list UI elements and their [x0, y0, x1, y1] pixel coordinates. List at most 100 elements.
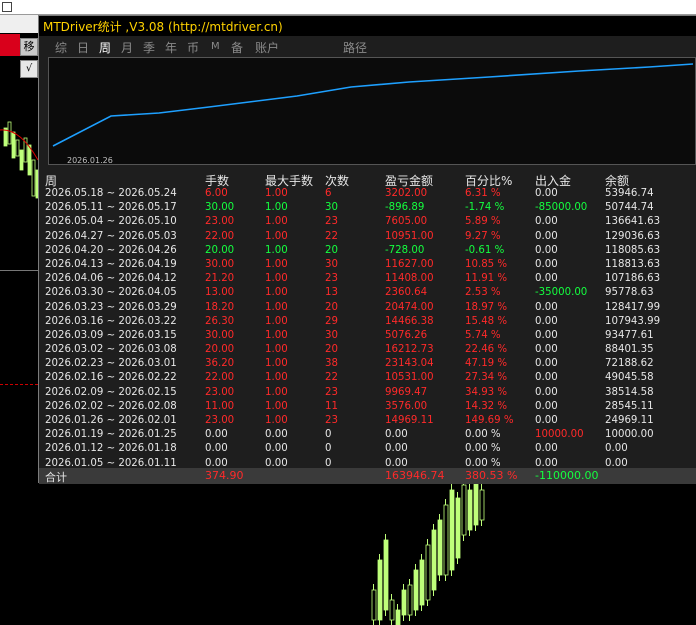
cell-max-lots: 0.00: [265, 457, 288, 469]
cell-flow: 0.00: [535, 344, 558, 356]
table-row[interactable]: 2026.02.09 ~ 2026.02.15 23.00 1.00 23 9969.4…: [43, 387, 696, 401]
table-header: 周 手数 最大手数 次数 盈亏金额 百分比% 出入金 余额 日: [43, 172, 696, 188]
cell-lots: 30.00: [205, 202, 235, 214]
tab-path[interactable]: 路径: [343, 39, 367, 56]
cell-flow: 0.00: [535, 230, 558, 242]
cell-max-lots: 1.00: [265, 287, 288, 299]
cell-lots: 22.00: [205, 230, 235, 242]
cell-percent: -0.61 %: [465, 244, 505, 256]
candle: [419, 559, 425, 606]
cell-lots: 21.20: [205, 273, 235, 285]
tab-currency[interactable]: 币: [187, 39, 199, 56]
cell-flow: 0.00: [535, 372, 558, 384]
candle: [7, 121, 12, 145]
header-balance[interactable]: 余额: [605, 172, 629, 189]
cell-balance: 10000.00: [605, 429, 654, 441]
cell-percent: 149.69 %: [465, 415, 514, 426]
candle: [11, 131, 16, 159]
cell-max-lots: 1.00: [265, 258, 288, 270]
table-row[interactable]: 2026.05.11 ~ 2026.05.17 30.00 1.00 30 -896.8…: [43, 202, 696, 216]
candle: [467, 489, 473, 531]
candle: [449, 489, 455, 571]
cell-pnl: 14969.11: [385, 415, 434, 426]
cell-week: 2026.01.26 ~ 2026.02.01: [45, 415, 177, 426]
cell-percent: 6.31 %: [465, 188, 501, 199]
cell-count: 13: [325, 287, 338, 299]
tab-year[interactable]: 年: [165, 39, 177, 56]
cell-flow: 0.00: [535, 415, 558, 426]
cell-percent: 2.53 %: [465, 287, 501, 299]
header-count[interactable]: 次数: [325, 172, 349, 189]
cell-max-lots: 1.00: [265, 244, 288, 256]
cell-lots: 23.00: [205, 216, 235, 228]
header-percent[interactable]: 百分比%: [465, 172, 512, 189]
cell-max-lots: 1.00: [265, 202, 288, 214]
cell-flow: 0.00: [535, 329, 558, 341]
cell-balance: 136641.63: [605, 216, 661, 228]
cell-week: 2026.02.16 ~ 2026.02.22: [45, 372, 177, 384]
cell-count: 38: [325, 358, 338, 370]
candle: [413, 569, 419, 611]
candle: [431, 529, 437, 591]
tab-quarter[interactable]: 季: [143, 39, 155, 56]
table-row[interactable]: 2026.01.19 ~ 2026.01.25 0.00 0.00 0 0.00 0.00…: [43, 429, 696, 443]
tab-overview[interactable]: 综: [55, 39, 67, 56]
cell-lots: 23.00: [205, 386, 235, 398]
equity-chart: [48, 57, 696, 165]
cell-percent: 22.46 %: [465, 344, 508, 356]
tab-day[interactable]: 日: [77, 39, 89, 56]
tab-week[interactable]: 周: [99, 39, 111, 56]
cell-percent: -1.74 %: [465, 202, 505, 214]
candle: [407, 584, 413, 616]
table-row[interactable]: 2026.02.16 ~ 2026.02.22 22.00 1.00 22 10531.…: [43, 372, 696, 386]
candle: [437, 519, 443, 576]
table-row[interactable]: 2026.03.16 ~ 2026.03.22 26.30 1.00 29 14466.…: [43, 316, 696, 330]
table-row[interactable]: 2026.01.12 ~ 2026.01.18 0.00 0.00 0 0.00 0.00…: [43, 443, 696, 457]
cell-percent: 0.00 %: [465, 429, 501, 441]
cell-lots: 18.20: [205, 301, 235, 313]
candle: [31, 159, 36, 197]
table-row[interactable]: 2026.03.23 ~ 2026.03.29 18.20 1.00 20 20474.…: [43, 302, 696, 316]
cell-lots: 30.00: [205, 258, 235, 270]
cell-week: 2026.04.13 ~ 2026.04.19: [45, 258, 177, 270]
total-percent: 380.53 %: [465, 469, 518, 482]
header-flow[interactable]: 出入金: [535, 172, 571, 189]
tab-note[interactable]: 备: [231, 39, 243, 56]
tab-month[interactable]: 月: [121, 39, 133, 56]
header-max-lots[interactable]: 最大手数: [265, 172, 313, 189]
table-row[interactable]: 2026.04.06 ~ 2026.04.12 21.20 1.00 23 11408.…: [43, 273, 696, 287]
tab-account[interactable]: 账户: [255, 39, 279, 56]
cell-pnl: 0.00: [385, 457, 408, 469]
table-row[interactable]: 2026.04.13 ~ 2026.04.19 30.00 1.00 30 11627.…: [43, 259, 696, 273]
cell-balance: 24969.11: [605, 415, 654, 426]
table-row[interactable]: 2026.04.20 ~ 2026.04.26 20.00 1.00 20 -728.0…: [43, 245, 696, 259]
table-row[interactable]: 2026.03.02 ~ 2026.03.08 20.00 1.00 20 16212.…: [43, 344, 696, 358]
cell-week: 2026.01.19 ~ 2026.01.25: [45, 429, 177, 441]
table-row[interactable]: 2026.04.27 ~ 2026.05.03 22.00 1.00 22 10951.…: [43, 231, 696, 245]
total-pnl: 163946.74: [385, 469, 445, 482]
table-row[interactable]: 2026.03.09 ~ 2026.03.15 30.00 1.00 30 5076.2…: [43, 330, 696, 344]
cell-max-lots: 1.00: [265, 358, 288, 370]
table-row[interactable]: 2026.02.02 ~ 2026.02.08 11.00 1.00 11 3576.0…: [43, 401, 696, 415]
cell-week: 2026.02.23 ~ 2026.03.01: [45, 358, 177, 370]
table-row[interactable]: 2026.02.23 ~ 2026.03.01 36.20 1.00 38 23143.…: [43, 358, 696, 372]
cell-count: 20: [325, 244, 338, 256]
table-row[interactable]: 2026.05.04 ~ 2026.05.10 23.00 1.00 23 7605.0…: [43, 216, 696, 230]
cell-week: 2026.04.27 ~ 2026.05.03: [45, 230, 177, 242]
table-row[interactable]: 2026.05.18 ~ 2026.05.24 6.00 1.00 6 3202.00 6…: [43, 188, 696, 202]
header-lots[interactable]: 手数: [205, 172, 229, 189]
cell-pnl: 0.00: [385, 429, 408, 441]
tab-m[interactable]: M: [211, 41, 220, 52]
header-week[interactable]: 周: [45, 172, 57, 189]
header-pnl[interactable]: 盈亏金额: [385, 172, 433, 189]
cell-week: 2026.03.02 ~ 2026.03.08: [45, 344, 177, 356]
cell-count: 22: [325, 372, 338, 384]
title-bar[interactable]: MTDriver统计 ,V3.08 (http://mtdriver.cn): [39, 16, 696, 36]
cell-count: 23: [325, 415, 338, 426]
cell-week: 2026.01.05 ~ 2026.01.11: [45, 457, 177, 469]
cell-lots: 20.00: [205, 344, 235, 356]
table-body: 2026.05.18 ~ 2026.05.24 6.00 1.00 6 3202.00 6…: [43, 188, 696, 472]
cell-balance: 93477.61: [605, 329, 654, 341]
table-row[interactable]: 2026.03.30 ~ 2026.04.05 13.00 1.00 13 2360.6…: [43, 287, 696, 301]
table-row[interactable]: 2026.01.26 ~ 2026.02.01 23.00 1.00 23 14969.…: [43, 415, 696, 429]
